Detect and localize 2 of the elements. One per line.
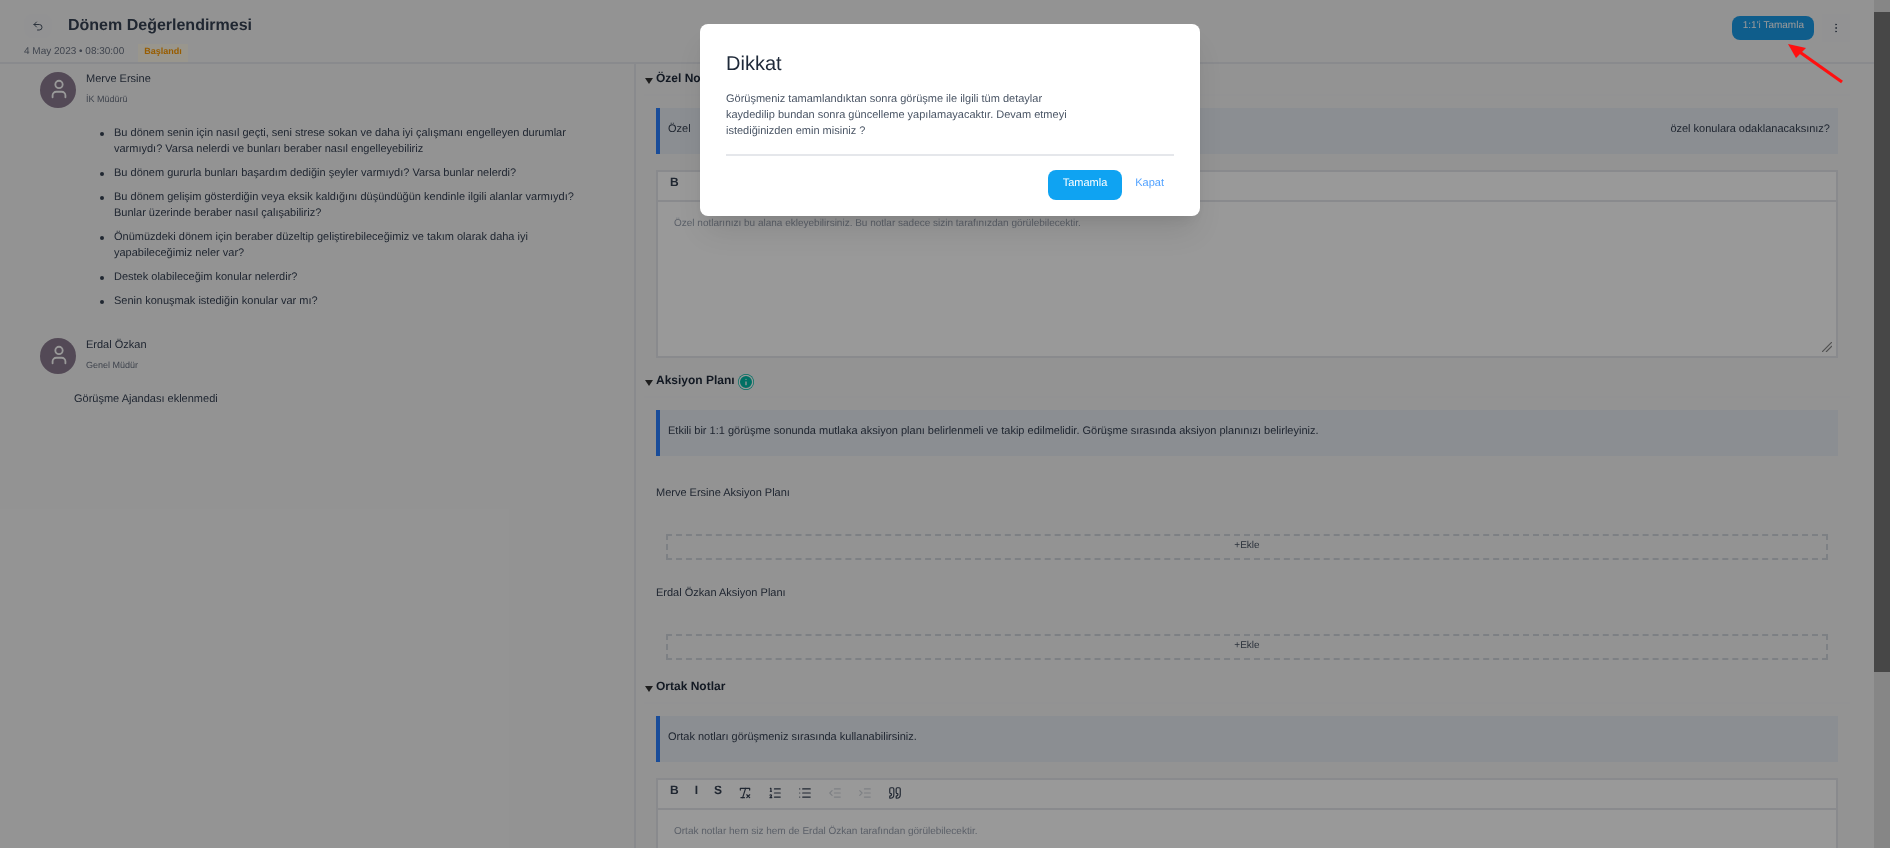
page-title: Dönem Değerlendirmesi (68, 14, 253, 38)
dialog-title: Dikkat (726, 52, 784, 80)
